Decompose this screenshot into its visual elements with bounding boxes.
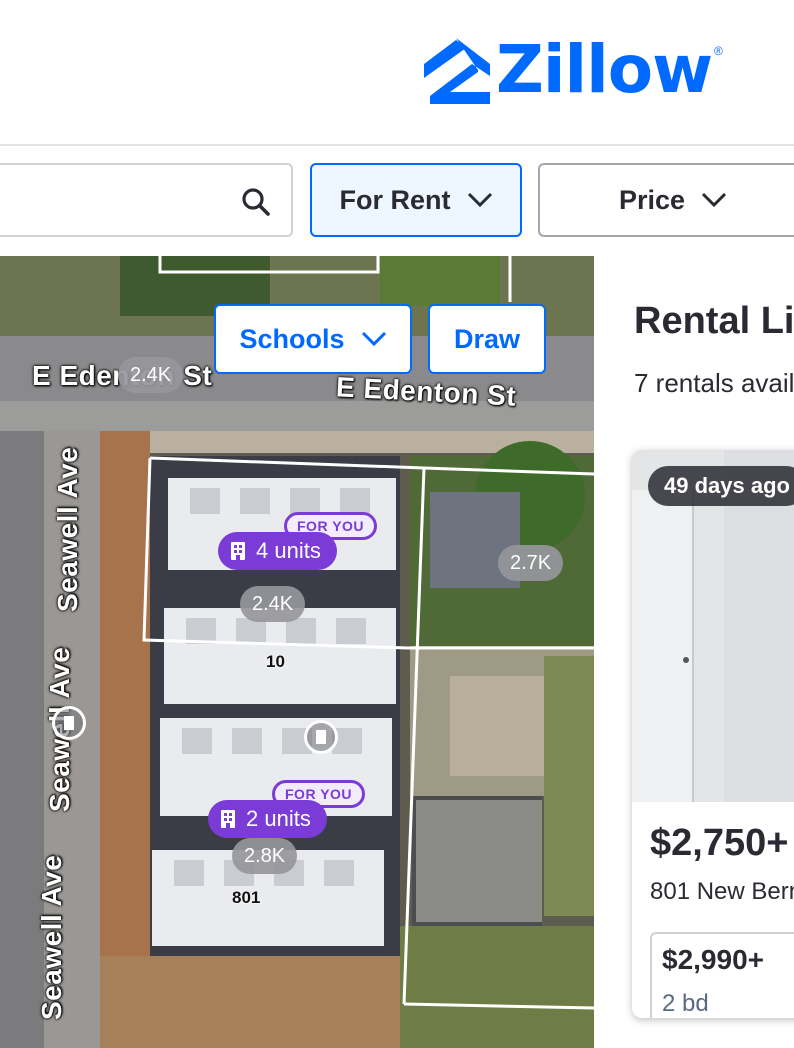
building-icon: [221, 810, 235, 828]
listing-photo[interactable]: 49 days ago: [632, 450, 794, 802]
listing-type-label: For Rent: [339, 184, 451, 215]
listings-title: Rental Listings: [634, 300, 794, 342]
building-icon: [231, 542, 245, 560]
draw-button[interactable]: Draw: [428, 304, 546, 374]
unit-count-label: 4 units: [256, 538, 321, 563]
house-number: 801: [232, 888, 261, 907]
building-marker[interactable]: [52, 706, 86, 740]
listings-panel: Rental Listings 7 rentals available 49 d…: [594, 256, 794, 1048]
chevron-down-icon: [467, 192, 492, 208]
building-marker[interactable]: [304, 720, 338, 754]
street-label-seawell-top: Seawell Ave: [52, 446, 83, 612]
unit-count-label: 2 units: [246, 806, 311, 831]
price-pin[interactable]: 2.4K: [118, 357, 184, 393]
map-view[interactable]: Schools Draw E Edenton St E Edenton St S…: [0, 256, 594, 1048]
draw-label: Draw: [453, 323, 521, 354]
chevron-down-icon: [361, 331, 386, 347]
brand-name: Zillow: [496, 31, 713, 108]
unit-beds: 2 bd: [662, 990, 709, 1017]
search-icon[interactable]: [241, 187, 271, 217]
schools-dropdown[interactable]: Schools: [214, 304, 412, 374]
price-pin[interactable]: 2.4K: [240, 586, 306, 622]
search-input[interactable]: [0, 163, 293, 237]
registered-mark: ®: [714, 44, 723, 58]
listing-price: $2,750+: [650, 822, 789, 864]
listings-count: 7 rentals available: [634, 368, 794, 398]
days-on-market-badge: 49 days ago: [648, 466, 794, 506]
listing-address[interactable]: 801 New Bern: [650, 878, 794, 906]
listing-type-dropdown[interactable]: For Rent: [310, 163, 522, 237]
filter-bar: For Rent Price: [0, 148, 794, 254]
zillow-house-icon: [424, 38, 490, 104]
unit-cluster-pin[interactable]: 2 units: [208, 800, 327, 838]
street-label-seawell-bottom: Seawell Ave: [36, 854, 67, 1020]
site-header: Zillow ®: [0, 0, 794, 146]
price-pin[interactable]: 2.7K: [498, 545, 564, 581]
listing-card[interactable]: 49 days ago $2,750+ 801 New Bern $2,990+…: [632, 450, 794, 1018]
unit-cluster-pin[interactable]: 4 units: [218, 532, 337, 570]
price-label: Price: [618, 184, 686, 215]
building-icon: [64, 716, 74, 730]
price-dropdown[interactable]: Price: [538, 163, 794, 237]
unit-price: $2,990+: [662, 944, 764, 975]
chevron-down-icon: [701, 192, 727, 208]
unit-option[interactable]: $2,990+ 2 bd: [650, 932, 794, 1018]
zillow-logo[interactable]: Zillow ®: [420, 30, 723, 110]
house-number: 10: [266, 652, 285, 671]
building-icon: [316, 730, 326, 744]
schools-label: Schools: [239, 323, 345, 354]
price-pin[interactable]: 2.8K: [232, 838, 298, 874]
